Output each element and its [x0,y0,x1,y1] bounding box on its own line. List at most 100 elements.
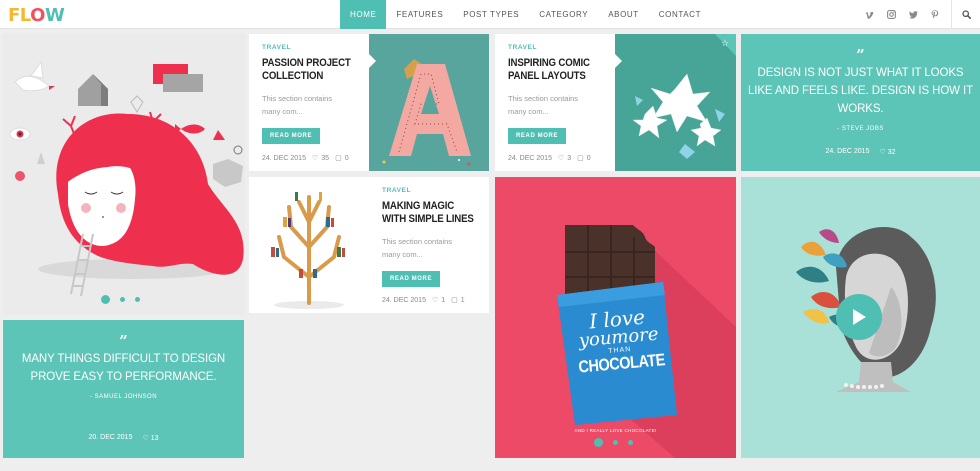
quote-author: - STEVE JOBS [837,126,884,132]
post-image-book-tree[interactable] [249,177,369,313]
quote-author: - SAMUEL JOHNSON [89,394,158,400]
quote-likes[interactable]: ♡ 13 [142,434,158,442]
slogan-more: more [610,323,660,349]
quote-card[interactable]: ” MANY THINGS DIFFICULT TO DESIGN PROVE … [3,320,244,458]
post-arrow [362,197,369,211]
logo-part-1: FL [8,4,31,26]
nav-home[interactable]: HOME [340,0,387,29]
quote-block: ” MANY THINGS DIFFICULT TO DESIGN PROVE … [3,332,244,400]
read-more-button[interactable]: READ MORE [262,128,321,144]
chocolate-caption: AND I REALLY LOVE CHOCOLATE! [574,428,657,433]
book-tree-illustration [249,177,369,313]
likes-count: 13 [150,435,159,442]
post-date: 24. DEC 2015 [508,154,552,162]
post-title[interactable]: MAKING MAGIC WITH SIMPLE LINES [382,200,480,226]
girl-illustration-card[interactable] [3,34,245,315]
comments[interactable]: ▢ 0 [577,154,591,163]
nav-contact[interactable]: CONTACT [649,0,711,29]
slider-dot-active[interactable] [101,295,110,304]
post-excerpt: This section contains many com... [382,237,453,259]
slider-dots [594,438,633,447]
video-card[interactable] [741,177,980,458]
comments[interactable]: ▢ 1 [451,296,465,305]
quote-date: 20. DEC 2015 [88,434,133,441]
likes-count: 3 [567,154,572,162]
comments-count: 1 [460,296,465,304]
quote-text: DESIGN IS NOT JUST WHAT IT LOOKS LIKE AN… [747,67,974,115]
likes[interactable]: ♡ 1 [431,296,446,305]
slider-dot[interactable] [613,440,618,445]
site-logo[interactable]: FLOW [8,4,65,26]
search-button[interactable] [951,0,980,29]
likes[interactable]: ♡ 3 [557,154,572,163]
svg-text:☆: ☆ [721,39,729,49]
heart-icon: ♡ [142,435,151,442]
main-nav: HOME FEATURES POST TYPES CATEGORY ABOUT … [340,0,711,29]
chocolate-poster-card[interactable]: I love youmore THAN CHOCOLATE AND I REAL… [495,177,736,458]
likes-count: 1 [441,296,446,304]
post-card: TRAVEL INSPIRING COMIC PANEL LAYOUTS Thi… [495,34,615,171]
play-button[interactable] [836,294,882,340]
likes-count: 35 [321,154,330,162]
post-excerpt: This section contains many com... [262,94,333,116]
chocolate-slogan: I love youmore THAN CHOCOLATE [566,305,671,378]
nav-post-types[interactable]: POST TYPES [453,0,529,29]
post-meta: 24. DEC 2015 ♡ 1 ▢ 1 [382,296,465,305]
comment-icon: ▢ [577,155,584,162]
comments[interactable]: ▢ 0 [335,154,349,163]
post-meta: 24. DEC 2015 ♡ 35 ▢ 0 [262,154,349,163]
comments-count: 0 [344,154,349,162]
read-more-button[interactable]: READ MORE [382,271,441,287]
read-more-button[interactable]: READ MORE [508,128,567,144]
post-date: 24. DEC 2015 [262,154,306,162]
paper-flowers-illustration: ☆ [615,34,736,171]
post-card: TRAVEL PASSION PROJECT COLLECTION This s… [249,34,369,171]
logo-part-3: W [44,4,65,26]
comment-icon: ▢ [335,155,342,162]
site-header: FLOW HOME FEATURES POST TYPES CATEGORY A… [0,0,980,29]
girl-illustration [3,34,245,315]
quote-meta: 20. DEC 2015 ♡ 13 [3,434,244,442]
post-image-letter-a[interactable] [369,34,489,171]
social-links [864,0,940,29]
post-title[interactable]: PASSION PROJECT COLLECTION [262,57,360,83]
slider-dot-active[interactable] [594,438,603,447]
twitter-icon[interactable] [908,10,918,20]
slider-dot[interactable] [628,440,633,445]
slider-dot[interactable] [120,297,125,302]
heart-icon: ♡ [879,149,888,156]
quote-likes[interactable]: ♡ 32 [879,148,895,156]
letter-a-illustration [369,34,489,171]
post-title[interactable]: INSPIRING COMIC PANEL LAYOUTS [508,57,606,83]
play-icon [853,309,866,325]
quote-date: 24. DEC 2015 [825,148,870,155]
heart-icon: ♡ [431,297,439,304]
post-category[interactable]: TRAVEL [382,187,476,194]
quote-block: ” DESIGN IS NOT JUST WHAT IT LOOKS LIKE … [741,46,980,132]
post-meta: 24. DEC 2015 ♡ 3 ▢ 0 [508,154,591,163]
likes-count: 32 [887,149,896,156]
post-arrow [369,54,376,68]
heart-icon: ♡ [557,155,565,162]
logo-part-2: O [30,4,45,26]
logo-text: FLOW [8,4,65,26]
quote-card[interactable]: ” DESIGN IS NOT JUST WHAT IT LOOKS LIKE … [741,34,980,171]
likes[interactable]: ♡ 35 [311,154,330,163]
nav-features[interactable]: FEATURES [386,0,453,29]
quote-mark-icon: ” [119,332,128,350]
post-category[interactable]: TRAVEL [508,44,602,51]
nav-about[interactable]: ABOUT [598,0,649,29]
post-date: 24. DEC 2015 [382,296,426,304]
slider-dot[interactable] [135,297,140,302]
post-image-paper-flowers[interactable]: ☆ [615,34,736,171]
pinterest-icon[interactable] [930,10,940,20]
quote-meta: 24. DEC 2015 ♡ 32 [741,148,980,156]
nav-category[interactable]: CATEGORY [529,0,598,29]
instagram-icon[interactable] [886,10,896,20]
search-icon [961,6,971,24]
post-arrow [615,54,622,68]
heart-icon: ♡ [311,155,319,162]
post-category[interactable]: TRAVEL [262,44,356,51]
vimeo-icon[interactable] [864,10,874,20]
post-card: TRAVEL MAKING MAGIC WITH SIMPLE LINES Th… [362,177,489,313]
